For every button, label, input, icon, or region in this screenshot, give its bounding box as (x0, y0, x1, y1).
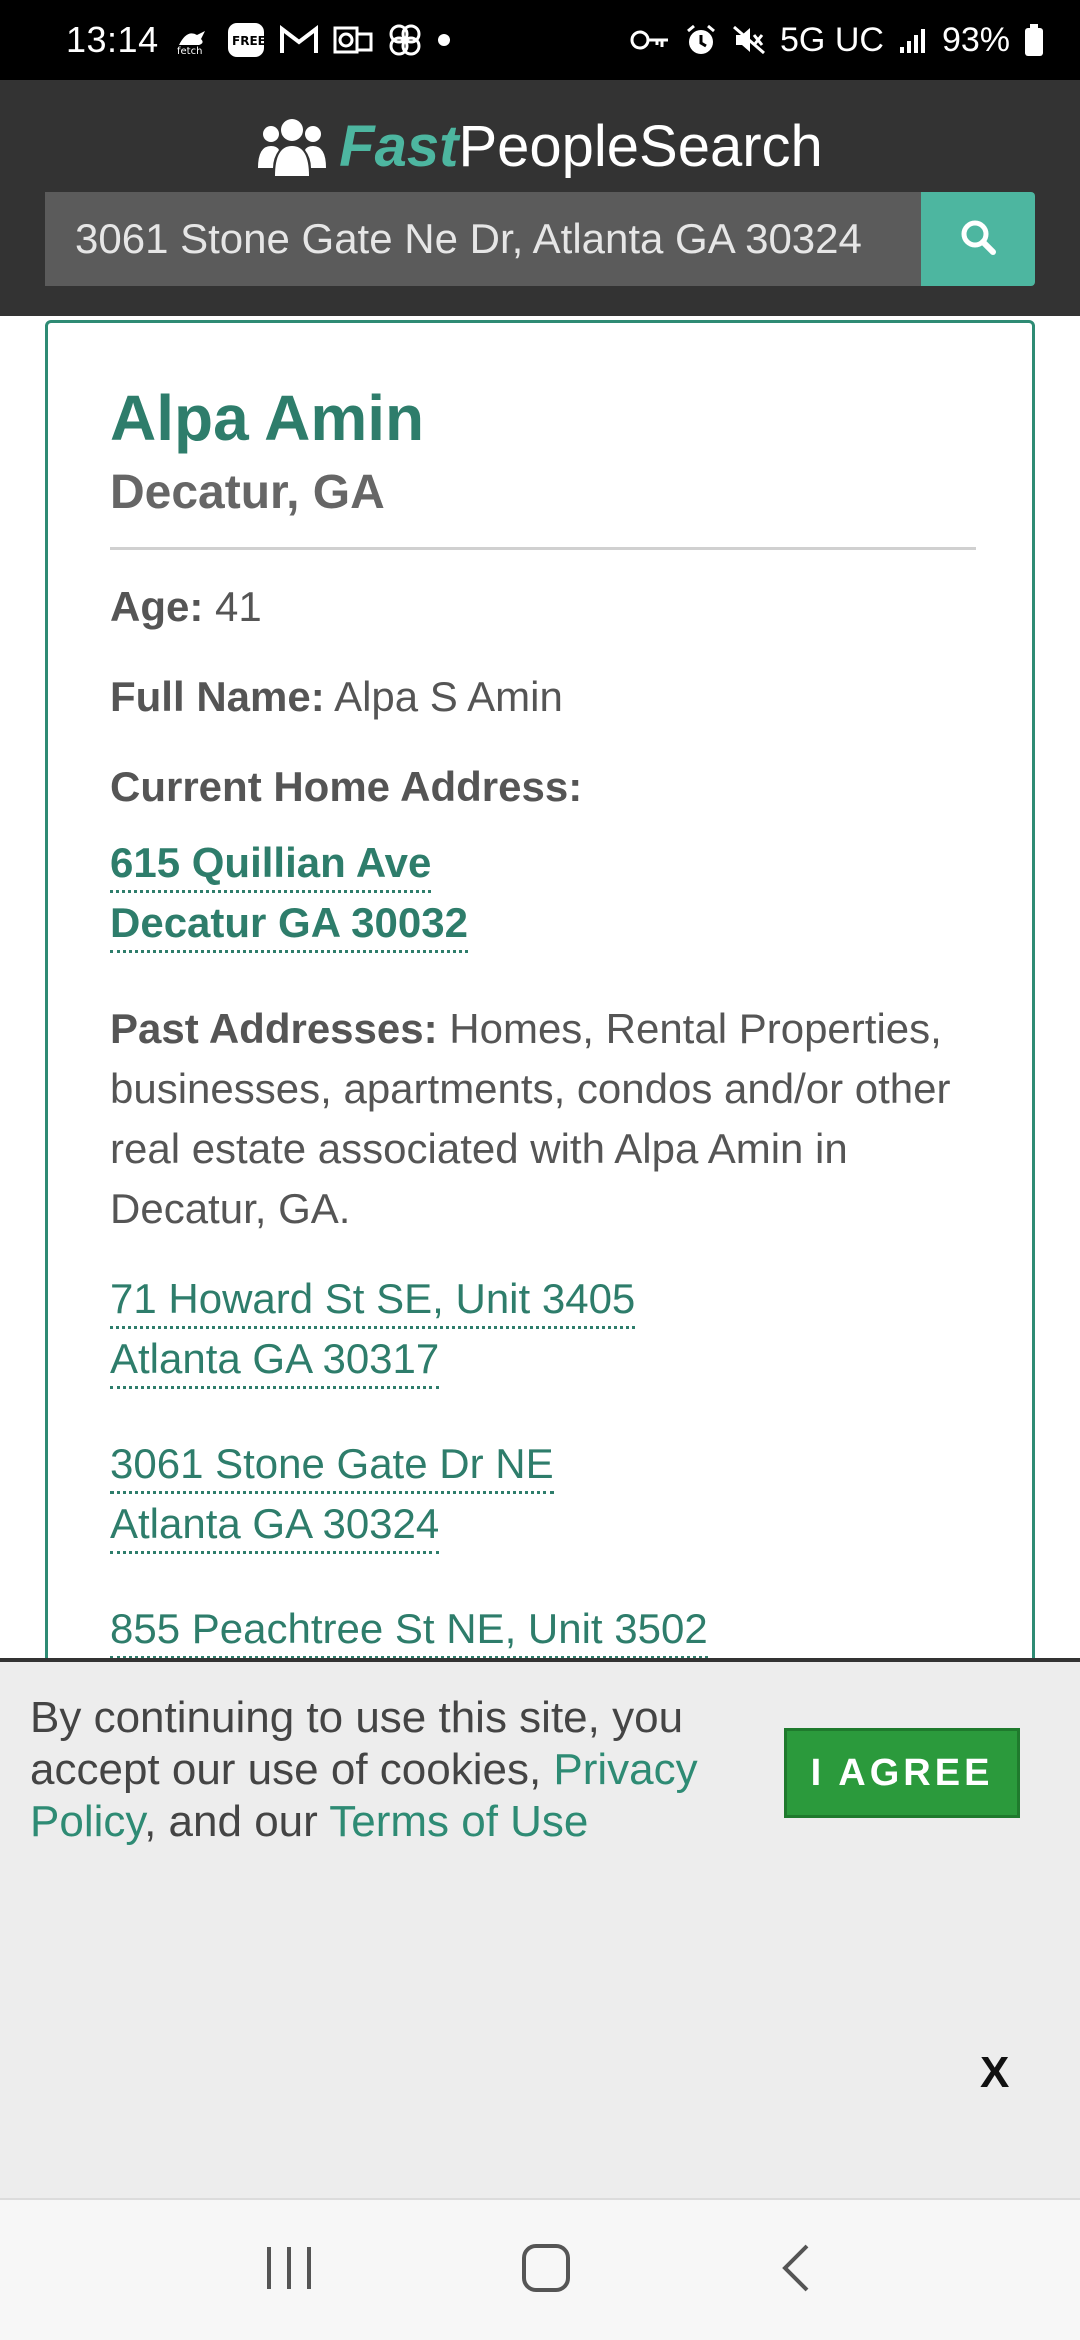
logo-fast-text: Fast (339, 113, 459, 179)
status-time: 13:14 (66, 19, 159, 60)
past-addresses-description: Past Addresses: Homes, Rental Properties… (110, 999, 990, 1239)
battery-icon (1024, 23, 1044, 57)
cookie-text-middle: , and our (144, 1797, 330, 1846)
person-location: Decatur, GA (110, 466, 385, 519)
status-right: 5G UC 93% (630, 21, 1044, 60)
fullname-label: Full Name: (110, 673, 325, 720)
past-address-line1: 3061 Stone Gate Dr NE (110, 1437, 554, 1494)
past-address-line1: 855 Peachtree St NE, Unit 3502 (110, 1602, 708, 1659)
status-bar: 13:14 fetch FREE 5G UC 93% (0, 0, 1080, 80)
search-bar: 3061 Stone Gate Ne Dr, Atlanta GA 30324 (45, 192, 1035, 286)
past-address-link[interactable]: 855 Peachtree St NE, Unit 3502 (110, 1599, 708, 1659)
free-icon: FREE (227, 22, 265, 58)
current-address-line1: 615 Quillian Ave (110, 836, 432, 893)
site-header: Fast PeopleSearch 3061 Stone Gate Ne Dr,… (0, 80, 1080, 316)
system-navigation-bar (0, 2198, 1080, 2340)
past-address-line2: Atlanta GA 30317 (110, 1332, 440, 1389)
age-row: Age: 41 (110, 577, 262, 637)
current-address-line2: Decatur GA 30032 (110, 896, 468, 953)
person-card: Alpa Amin Decatur, GA Age: 41 Full Name:… (45, 320, 1035, 1720)
search-button[interactable] (921, 192, 1035, 286)
age-value: 41 (215, 583, 262, 630)
site-logo[interactable]: Fast PeopleSearch (0, 98, 1080, 194)
logo-people-text: PeopleSearch (458, 113, 823, 179)
fetch-icon: fetch (175, 25, 213, 55)
terms-of-use-link[interactable]: Terms of Use (329, 1797, 588, 1846)
search-icon (958, 217, 998, 262)
svg-text:fetch: fetch (177, 46, 202, 55)
cookie-banner: By continuing to use this site, you acce… (0, 1658, 1080, 2198)
home-icon[interactable] (520, 2242, 572, 2299)
past-address-line1: 71 Howard St SE, Unit 3405 (110, 1272, 636, 1329)
past-address-link[interactable]: 71 Howard St SE, Unit 3405 Atlanta GA 30… (110, 1269, 636, 1389)
past-address-line2: Atlanta GA 30324 (110, 1497, 440, 1554)
age-label: Age: (110, 583, 204, 630)
back-icon[interactable] (777, 2242, 817, 2299)
notification-icons: fetch FREE (175, 22, 451, 58)
gmail-icon (279, 25, 319, 55)
vpn-key-icon (630, 27, 670, 53)
svg-text:FREE: FREE (232, 34, 265, 48)
search-input[interactable]: 3061 Stone Gate Ne Dr, Atlanta GA 30324 (45, 192, 921, 286)
past-address-link[interactable]: 3061 Stone Gate Dr NE Atlanta GA 30324 (110, 1434, 554, 1554)
close-banner-button[interactable]: X (980, 2048, 1009, 2098)
recent-apps-icon[interactable] (263, 2243, 315, 2298)
agree-button[interactable]: I AGREE (784, 1728, 1020, 1818)
current-address-label-row: Current Home Address: (110, 757, 582, 817)
signal-icon (898, 25, 928, 55)
past-addresses-label: Past Addresses: (110, 1005, 438, 1052)
current-address-link[interactable]: 615 Quillian Ave Decatur GA 30032 (110, 833, 468, 953)
dot-icon (437, 33, 451, 47)
current-address-label: Current Home Address: (110, 763, 583, 810)
mute-icon (732, 23, 766, 57)
network-type: 5G UC (780, 20, 884, 59)
fullname-value: Alpa S Amin (334, 673, 563, 720)
divider (110, 547, 976, 550)
people-group-icon (257, 114, 327, 178)
cookie-message: By continuing to use this site, you acce… (30, 1692, 750, 1848)
person-name: Alpa Amin (110, 382, 425, 454)
alarm-icon (684, 23, 718, 57)
outlook-icon (333, 24, 373, 56)
battery-percent: 93% (941, 20, 1010, 59)
fullname-row: Full Name: Alpa S Amin (110, 667, 563, 727)
pinwheel-icon (387, 22, 423, 58)
